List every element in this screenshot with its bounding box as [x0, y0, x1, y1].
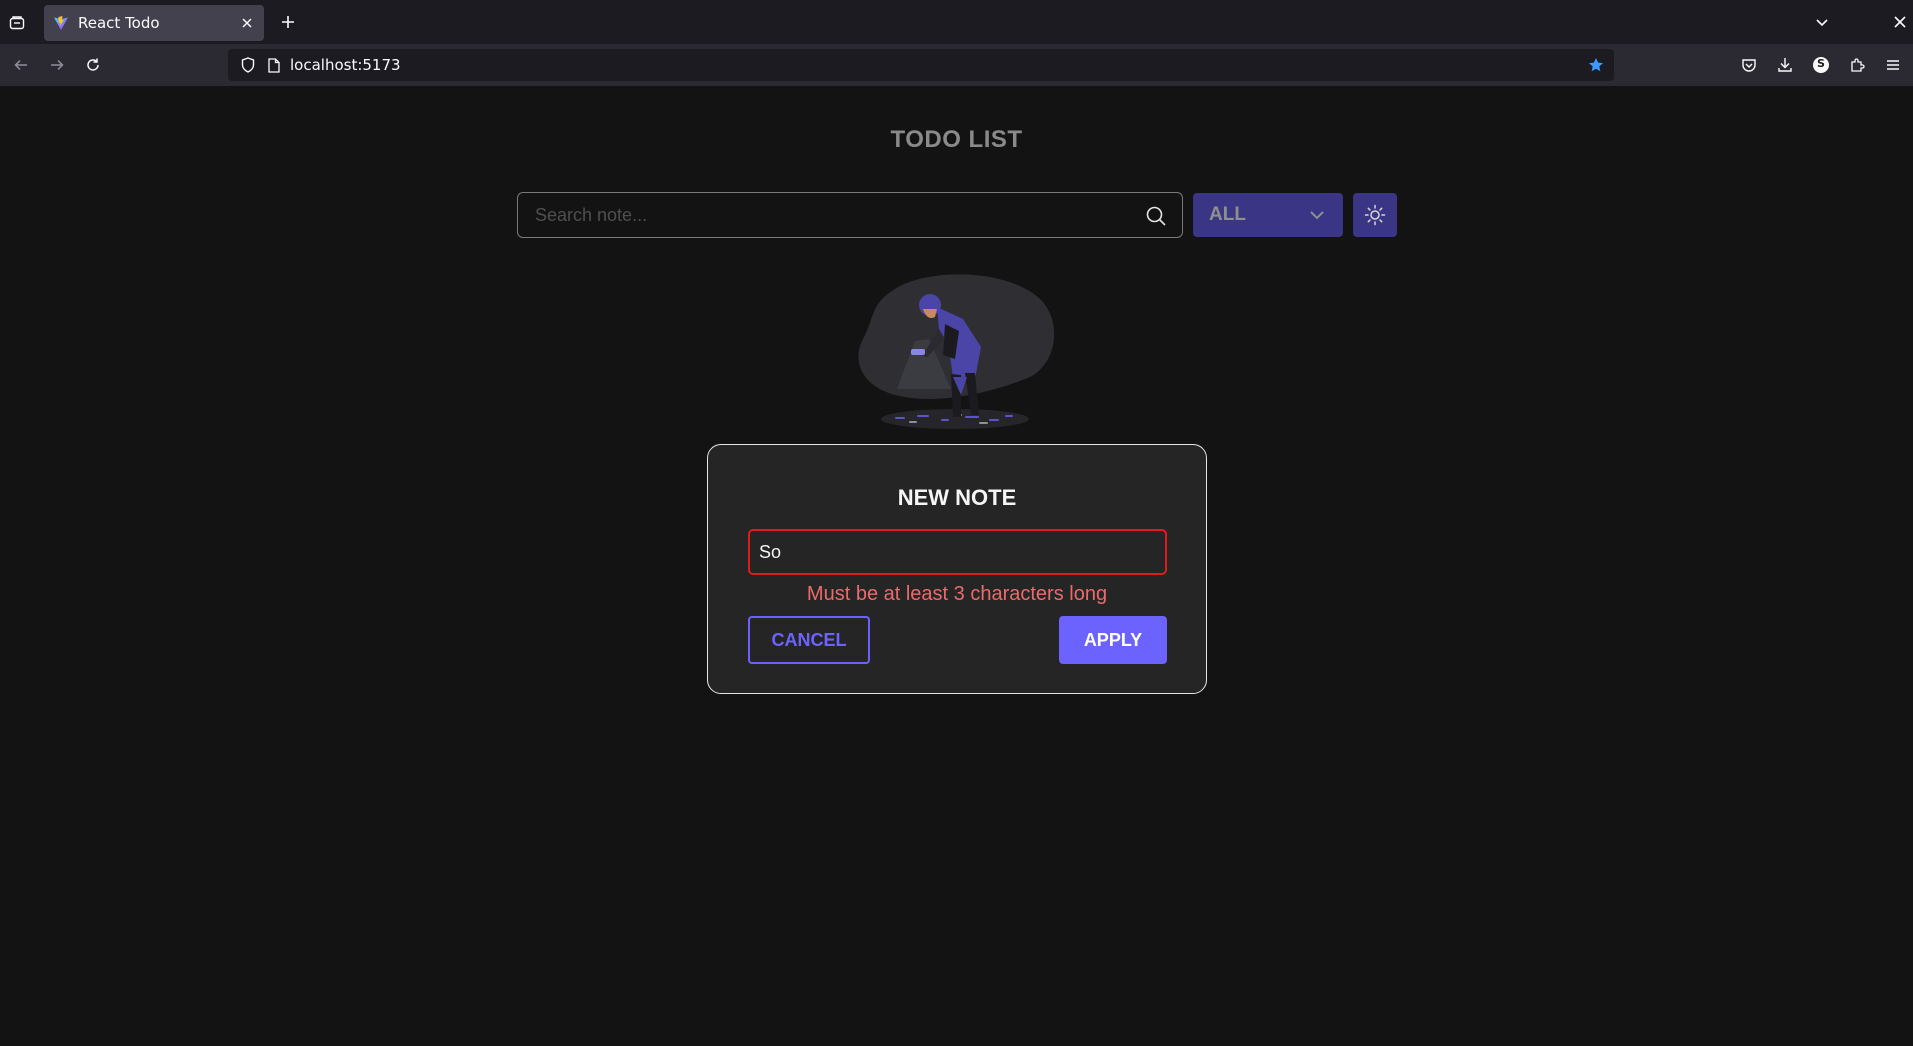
- url-text: localhost:5173: [290, 56, 401, 74]
- browser-tab[interactable]: React Todo: [44, 5, 264, 41]
- empty-state-illustration: [855, 269, 1060, 436]
- cancel-button[interactable]: CANCEL: [748, 616, 870, 664]
- download-icon[interactable]: [1773, 53, 1797, 77]
- pocket-icon[interactable]: [1737, 53, 1761, 77]
- close-icon[interactable]: [238, 14, 256, 32]
- arrow-right-icon[interactable]: [45, 53, 69, 77]
- filter-selected-value: ALL: [1209, 204, 1246, 225]
- shield-icon[interactable]: [240, 57, 256, 73]
- new-note-dialog: NEW NOTE Must be at least 3 characters l…: [707, 444, 1207, 694]
- close-icon[interactable]: [1888, 10, 1912, 34]
- account-icon[interactable]: S: [1809, 53, 1833, 77]
- sun-icon: [1364, 204, 1386, 226]
- dialog-title: NEW NOTE: [897, 485, 1017, 510]
- note-input[interactable]: [748, 529, 1167, 575]
- account-initial: S: [1817, 57, 1825, 70]
- tab-title: React Todo: [78, 14, 160, 32]
- search-icon[interactable]: [1144, 204, 1168, 228]
- puzzle-icon[interactable]: [1845, 53, 1869, 77]
- hamburger-icon[interactable]: [1881, 53, 1905, 77]
- chevron-down-icon: [1307, 205, 1327, 225]
- validation-error: Must be at least 3 characters long: [806, 583, 1108, 605]
- browser-nav-bar: localhost:5173 S: [0, 44, 1913, 86]
- apply-button[interactable]: APPLY: [1059, 616, 1167, 664]
- page-title: TODO LIST: [890, 126, 1023, 153]
- arrow-left-icon[interactable]: [9, 53, 33, 77]
- search-input[interactable]: [519, 194, 1129, 236]
- chevron-down-icon[interactable]: [1810, 10, 1834, 34]
- filter-select[interactable]: ALL: [1193, 193, 1343, 237]
- plus-icon[interactable]: [276, 10, 300, 34]
- browser-tab-bar: React Todo: [0, 0, 1913, 44]
- tab-list-icon[interactable]: [4, 10, 30, 36]
- theme-toggle-button[interactable]: [1353, 193, 1397, 237]
- search-box: [517, 192, 1183, 238]
- url-bar[interactable]: localhost:5173: [228, 49, 1614, 81]
- vite-favicon-icon: [53, 15, 69, 31]
- app-page: TODO LIST ALL: [0, 86, 1913, 1046]
- page-icon[interactable]: [266, 57, 282, 73]
- star-icon[interactable]: [1588, 57, 1604, 73]
- reload-icon[interactable]: [81, 53, 105, 77]
